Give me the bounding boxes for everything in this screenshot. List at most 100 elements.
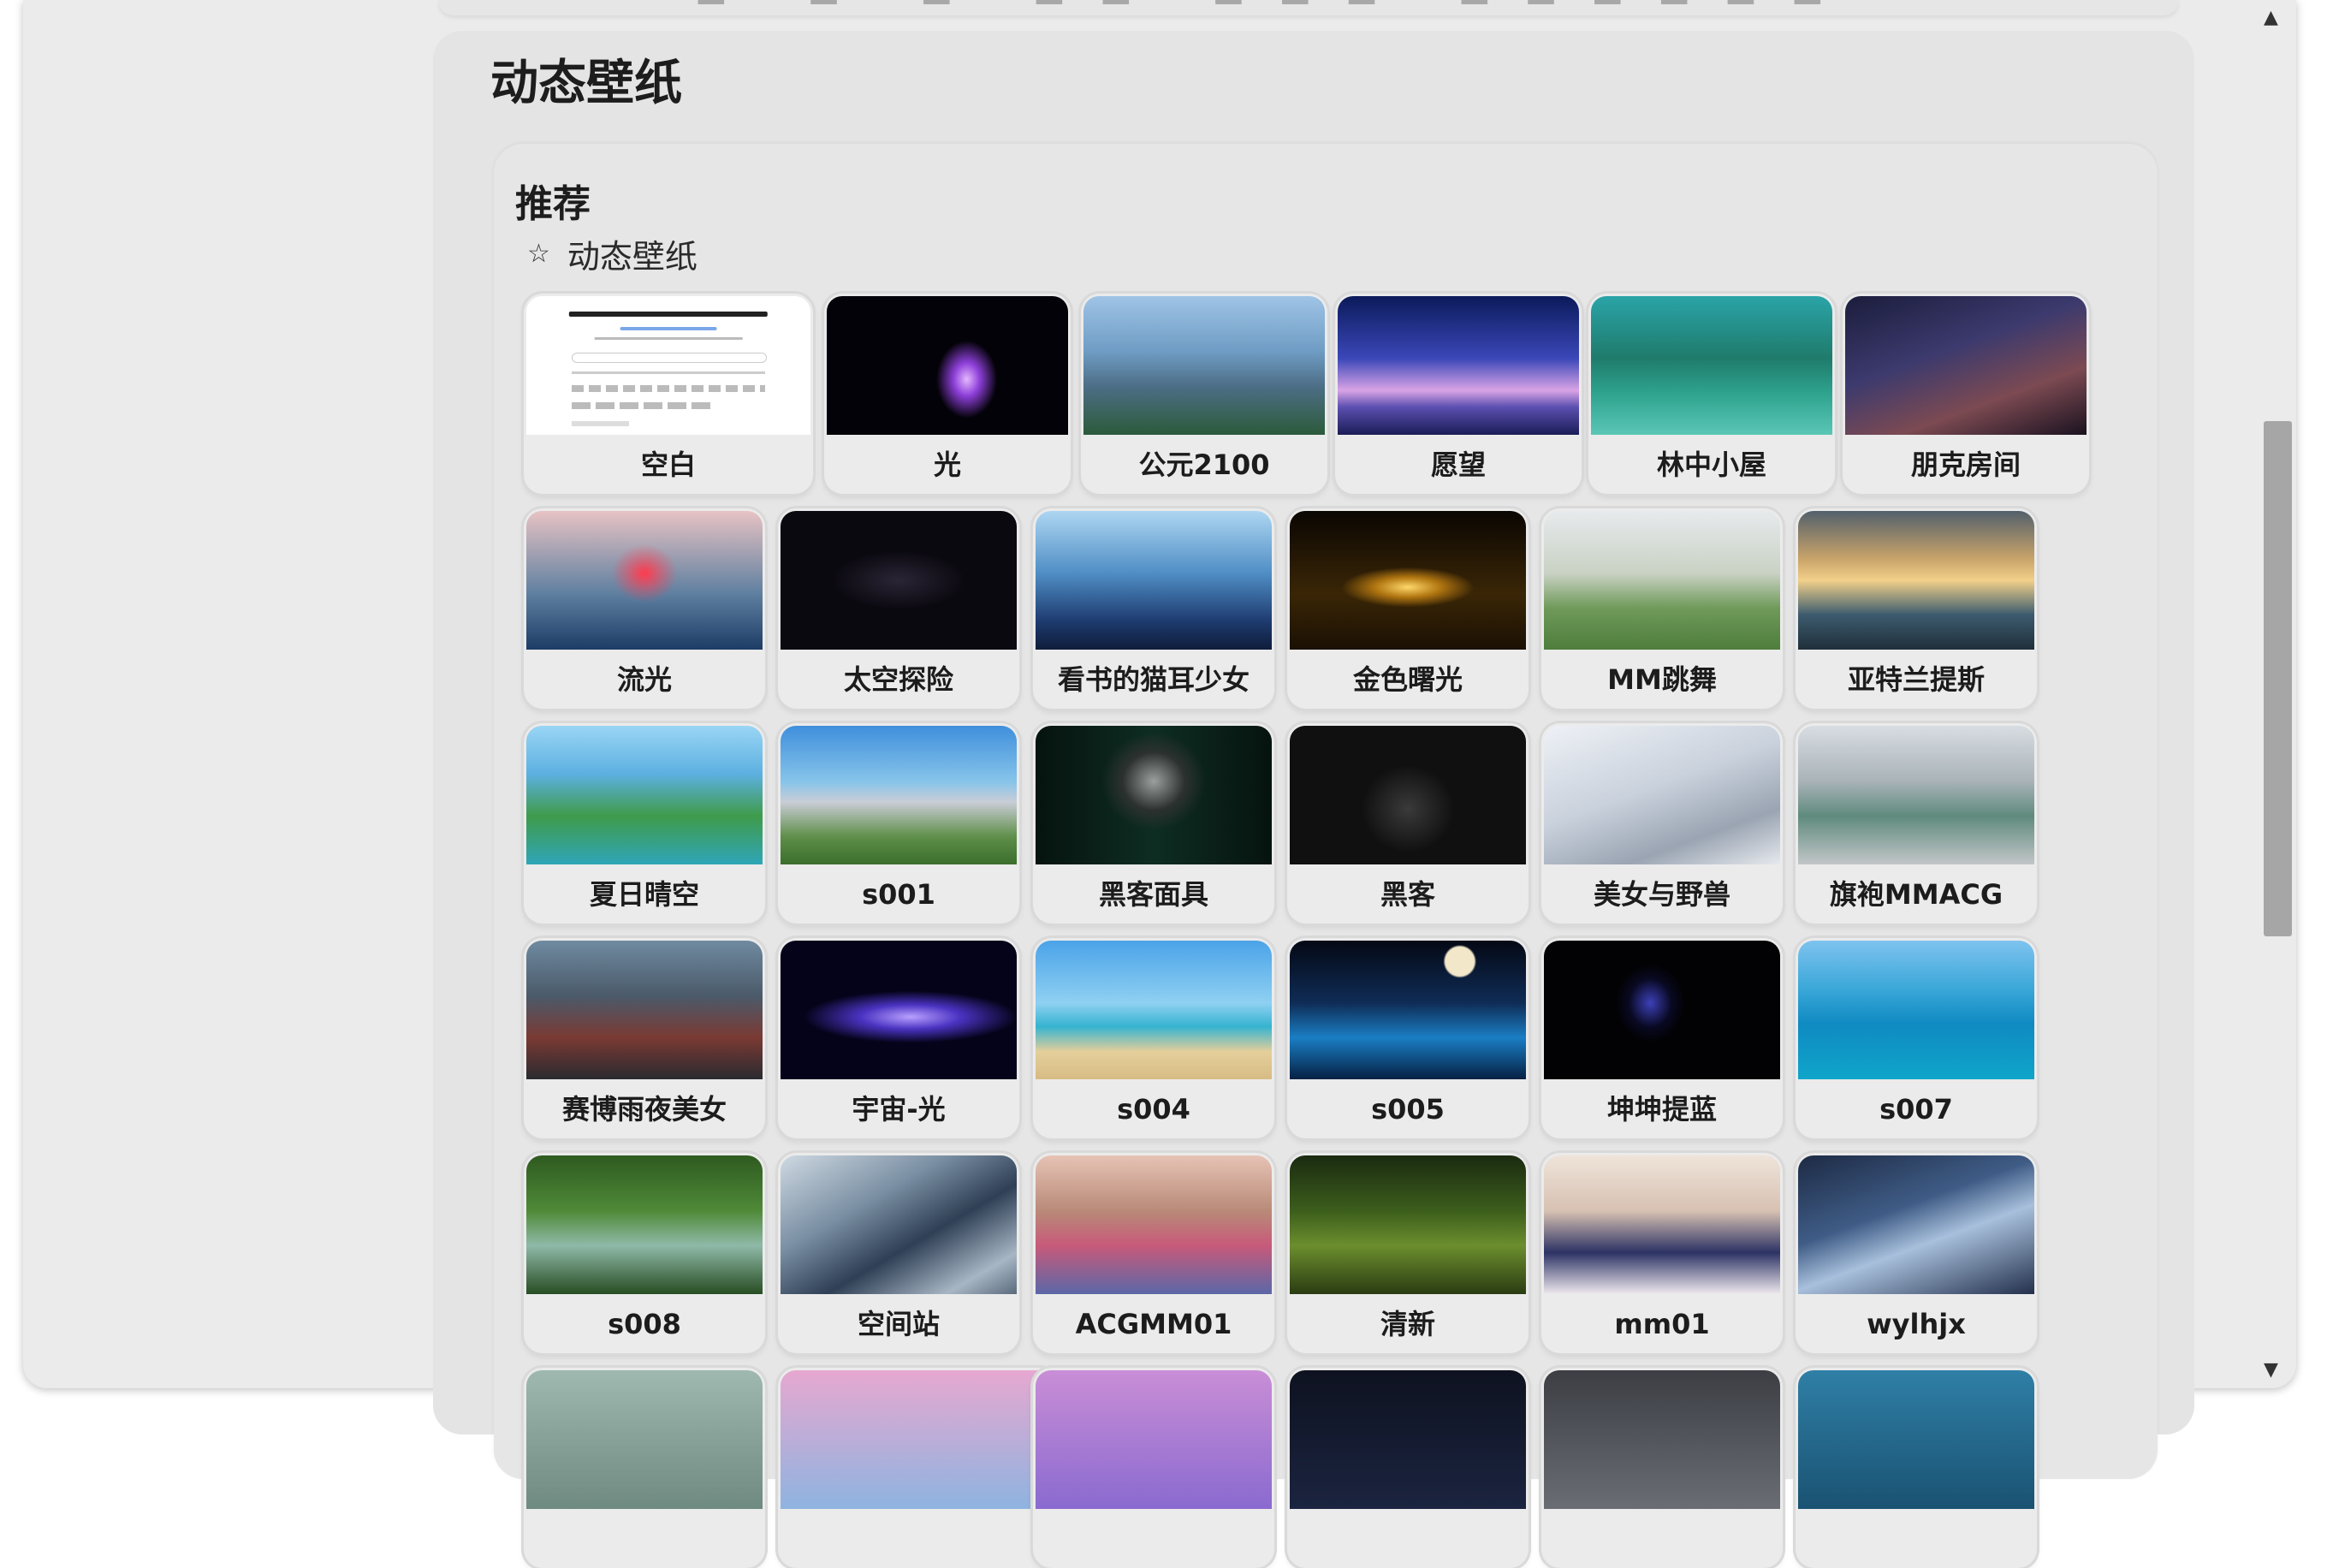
wallpaper-card[interactable]: s004 — [1033, 938, 1274, 1138]
wallpaper-card[interactable]: MM跳舞 — [1541, 508, 1783, 709]
wallpaper-thumbnail — [1798, 511, 2034, 650]
wallpaper-thumbnail — [1290, 1155, 1526, 1294]
wallpaper-card[interactable]: wylhjx — [1796, 1153, 2037, 1353]
wallpaper-card[interactable]: ACGMM01 — [1033, 1153, 1274, 1353]
wallpaper-thumbnail — [1544, 726, 1780, 864]
wallpaper-label: 愿望 — [1430, 448, 1486, 481]
category-label: 动态壁纸 — [567, 237, 698, 276]
wallpaper-card[interactable]: s008 — [524, 1153, 765, 1353]
wallpaper-label: 夏日晴空 — [589, 878, 699, 911]
wallpaper-label — [1033, 1512, 1274, 1566]
wallpaper-thumbnail — [1798, 1155, 2034, 1294]
wallpaper-thumbnail — [526, 1370, 763, 1509]
wallpaper-thumbnail — [781, 726, 1017, 864]
wallpaper-thumbnail — [1290, 511, 1526, 650]
wallpaper-card[interactable]: 太空探险 — [778, 508, 1019, 709]
wallpaper-card[interactable] — [1033, 1368, 1274, 1568]
wallpaper-card[interactable]: 空白 — [524, 294, 813, 494]
wallpaper-thumbnail — [781, 1370, 1056, 1509]
wallpaper-card[interactable]: s007 — [1796, 938, 2037, 1138]
wallpaper-label — [524, 1512, 765, 1566]
wallpaper-thumbnail — [1798, 941, 2034, 1079]
wallpaper-card[interactable] — [778, 1368, 1059, 1568]
wallpaper-label: 空间站 — [857, 1308, 940, 1340]
wallpaper-card[interactable]: 清新 — [1287, 1153, 1529, 1353]
section-title-recommend: 推荐 — [515, 182, 591, 226]
wallpaper-card[interactable]: 黑客面具 — [1033, 723, 1274, 924]
wallpaper-label: 旗袍MMACG — [1829, 878, 2003, 911]
scroll-down-arrow-icon[interactable]: ▼ — [2264, 1361, 2278, 1380]
wallpaper-card[interactable] — [1287, 1368, 1529, 1568]
wallpaper-label: 流光 — [616, 663, 672, 696]
category-header[interactable]: ☆ 动态壁纸 — [527, 231, 698, 276]
wallpaper-label: 金色曙光 — [1352, 663, 1463, 696]
wallpaper-label — [778, 1512, 1059, 1566]
wallpaper-label: 公元2100 — [1138, 448, 1270, 481]
wallpaper-card[interactable]: 光 — [824, 294, 1071, 494]
wallpaper-card[interactable]: 流光 — [524, 508, 765, 709]
wallpaper-label: s007 — [1879, 1093, 1953, 1126]
wallpaper-card[interactable]: 坤坤提蓝 — [1541, 938, 1783, 1138]
wallpaper-thumbnail — [1036, 1155, 1272, 1294]
wallpaper-card[interactable]: 宇宙-光 — [778, 938, 1019, 1138]
wallpaper-card[interactable] — [1796, 1368, 2037, 1568]
wallpaper-thumbnail — [526, 296, 810, 435]
wallpaper-thumbnail — [1798, 1370, 2034, 1509]
wallpaper-label: wylhjx — [1867, 1308, 1966, 1340]
wallpaper-label: ACGMM01 — [1075, 1308, 1232, 1340]
wallpaper-label: 看书的猫耳少女 — [1057, 663, 1250, 696]
wallpaper-label: MM跳舞 — [1607, 663, 1717, 696]
wallpaper-card[interactable]: 看书的猫耳少女 — [1033, 508, 1274, 709]
wallpaper-thumbnail — [1544, 1155, 1780, 1294]
wallpaper-thumbnail — [781, 511, 1017, 650]
scroll-up-arrow-icon[interactable]: ▲ — [2264, 9, 2278, 27]
wallpaper-thumbnail — [1036, 1370, 1272, 1509]
wallpaper-label: 宇宙-光 — [852, 1093, 946, 1126]
wallpaper-label: 黑客面具 — [1098, 878, 1208, 911]
scrollbar-thumb[interactable] — [2264, 421, 2292, 936]
wallpaper-card[interactable]: 美女与野兽 — [1541, 723, 1783, 924]
wallpaper-card[interactable]: 空间站 — [778, 1153, 1019, 1353]
wallpaper-thumbnail — [1798, 726, 2034, 864]
wallpaper-card[interactable]: 亚特兰提斯 — [1796, 508, 2037, 709]
wallpaper-label: 太空探险 — [843, 663, 953, 696]
wallpaper-thumbnail — [1544, 941, 1780, 1079]
wallpaper-card[interactable]: 赛博雨夜美女 — [524, 938, 765, 1138]
previous-section-text: ▬ ▬ ▬ ▬▬ ▬▬▬ ▬▬▬▬▬▬ — [695, 0, 1858, 15]
wallpaper-label: 黑客 — [1380, 878, 1435, 911]
wallpaper-card[interactable]: 公元2100 — [1081, 294, 1327, 494]
wallpaper-card[interactable] — [1541, 1368, 1783, 1568]
wallpaper-thumbnail — [1544, 511, 1780, 650]
previous-section-card: ▬ ▬ ▬ ▬▬ ▬▬▬ ▬▬▬▬▬▬ — [438, 0, 2179, 15]
wallpaper-card[interactable]: 朋克房间 — [1843, 294, 2089, 494]
wallpaper-thumbnail — [1290, 941, 1526, 1079]
wallpaper-label — [1541, 1512, 1783, 1566]
wallpaper-card[interactable]: 黑客 — [1287, 723, 1529, 924]
wallpaper-label: s004 — [1117, 1093, 1190, 1126]
wallpaper-card[interactable]: 夏日晴空 — [524, 723, 765, 924]
wallpaper-card[interactable]: 愿望 — [1335, 294, 1582, 494]
wallpaper-label: 亚特兰提斯 — [1847, 663, 1985, 696]
wallpaper-card[interactable]: 金色曙光 — [1287, 508, 1529, 709]
wallpaper-card[interactable]: s005 — [1287, 938, 1529, 1138]
wallpaper-label: 坤坤提蓝 — [1606, 1093, 1717, 1126]
wallpaper-thumbnail — [526, 941, 763, 1079]
wallpaper-label: mm01 — [1614, 1308, 1710, 1340]
wallpaper-card[interactable] — [524, 1368, 765, 1568]
wallpaper-thumbnail — [1036, 511, 1272, 650]
wallpaper-card[interactable]: s001 — [778, 723, 1019, 924]
wallpaper-thumbnail — [526, 511, 763, 650]
wallpaper-label: 空白 — [640, 448, 696, 481]
wallpaper-card[interactable]: 林中小屋 — [1588, 294, 1835, 494]
wallpaper-thumbnail — [1338, 296, 1579, 435]
wallpaper-thumbnail — [1083, 296, 1325, 435]
wallpaper-label: s005 — [1371, 1093, 1445, 1126]
wallpaper-card[interactable]: 旗袍MMACG — [1796, 723, 2037, 924]
wallpaper-thumbnail — [781, 941, 1017, 1079]
wallpaper-label: s001 — [862, 878, 935, 911]
wallpaper-card[interactable]: mm01 — [1541, 1153, 1783, 1353]
page-title: 动态壁纸 — [490, 56, 682, 111]
wallpaper-thumbnail — [1591, 296, 1832, 435]
wallpaper-thumbnail — [1544, 1370, 1780, 1509]
wallpaper-label — [1796, 1512, 2037, 1566]
